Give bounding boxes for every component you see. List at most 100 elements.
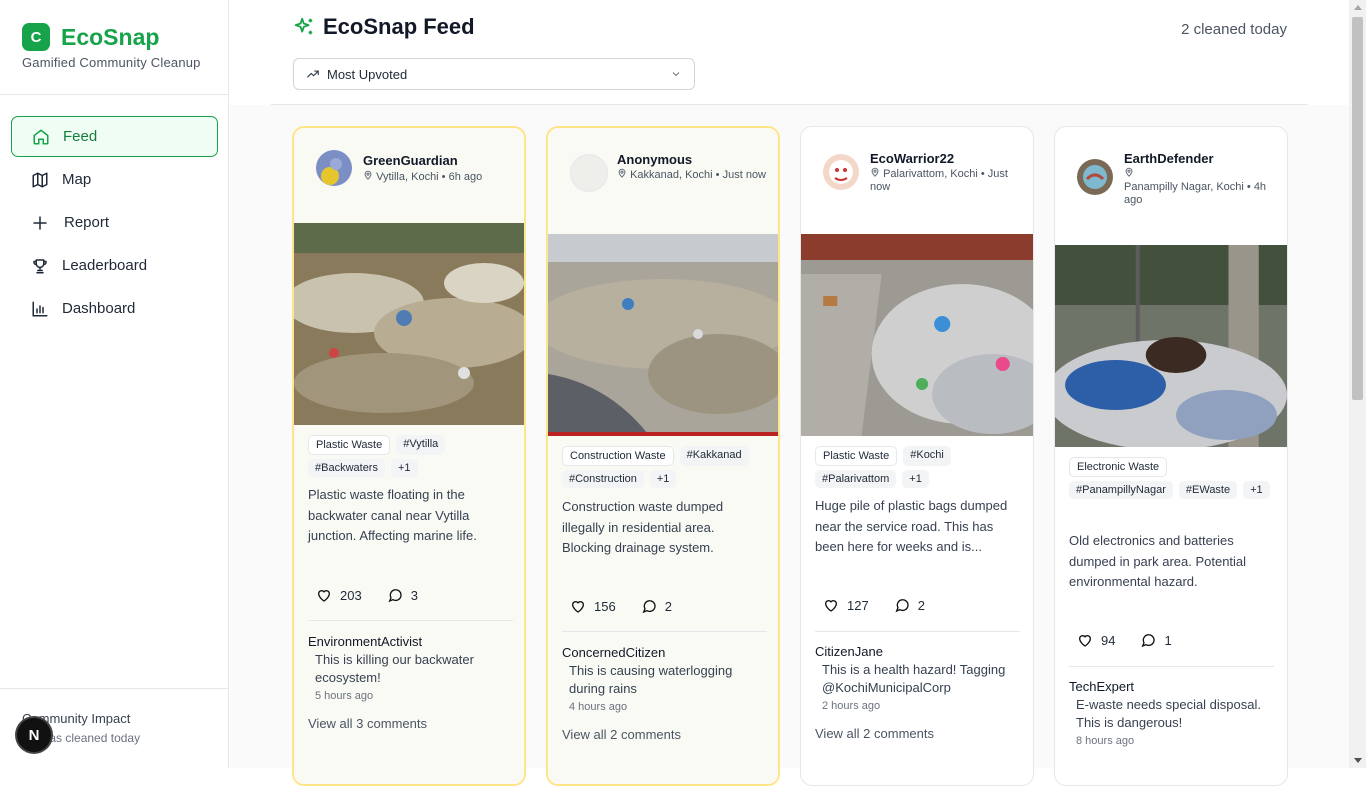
- post-meta: Panampilly Nagar, Kochi • 4h ago: [1124, 167, 1274, 207]
- hashtag[interactable]: #Backwaters: [308, 459, 385, 477]
- sparkles-icon: [294, 17, 313, 35]
- tag-list: Construction Waste #Kakkanad #Constructi…: [562, 446, 767, 488]
- post-card[interactable]: EarthDefender Panampilly Nagar, Kochi • …: [1054, 126, 1288, 786]
- like-count: 94: [1101, 632, 1116, 648]
- post-image[interactable]: [801, 234, 1033, 436]
- comment-count: 2: [917, 597, 925, 613]
- post-username[interactable]: Anonymous: [617, 152, 692, 167]
- post-description: Old electronics and batteries dumped in …: [1069, 533, 1247, 589]
- post-image[interactable]: [294, 223, 524, 425]
- more-tags[interactable]: +1: [902, 470, 929, 488]
- comment-count: 3: [410, 587, 418, 603]
- post-card[interactable]: Anonymous Kakkanad, Kochi • Just now Con…: [546, 126, 780, 786]
- view-all-comments-link[interactable]: View all 2 comments: [562, 727, 681, 742]
- hashtag[interactable]: #Vytilla: [396, 435, 446, 455]
- comment-icon[interactable]: [641, 598, 657, 614]
- category-tag[interactable]: Electronic Waste: [1069, 457, 1168, 477]
- brand[interactable]: C EcoSnap: [22, 23, 159, 51]
- divider: [308, 620, 513, 621]
- sort-select[interactable]: Most Upvoted: [293, 58, 695, 90]
- scrollbar[interactable]: [1349, 0, 1366, 768]
- scroll-down-arrow[interactable]: [1354, 758, 1362, 763]
- heart-icon[interactable]: [316, 587, 332, 603]
- comment-count: 2: [664, 598, 672, 614]
- hashtag[interactable]: #Kakkanad: [679, 446, 749, 466]
- divider: [562, 631, 767, 632]
- post-description: Construction waste dumped illegally in r…: [562, 499, 724, 555]
- post-card[interactable]: GreenGuardian Vytilla, Kochi • 6h ago Pl…: [292, 126, 526, 786]
- post-location: Panampilly Nagar, Kochi: [1124, 181, 1244, 193]
- comment-text: This is a health hazard! Tagging @KochiM…: [822, 662, 1006, 695]
- sidebar-item-map[interactable]: Map: [11, 159, 218, 200]
- comment-icon[interactable]: [1140, 632, 1156, 648]
- more-tags[interactable]: +1: [390, 459, 418, 477]
- avatar: [823, 154, 859, 190]
- heart-icon[interactable]: [1077, 632, 1093, 648]
- heart-icon[interactable]: [570, 598, 586, 614]
- sidebar-item-feed[interactable]: Feed: [11, 116, 218, 157]
- divider: [0, 94, 229, 95]
- category-tag[interactable]: Plastic Waste: [308, 435, 391, 455]
- heart-icon[interactable]: [823, 597, 839, 613]
- post-username[interactable]: GreenGuardian: [363, 153, 458, 168]
- hashtag[interactable]: #Palarivattom: [815, 470, 897, 488]
- like-count: 156: [594, 598, 616, 614]
- comment-author[interactable]: ConcernedCitizen: [562, 645, 665, 660]
- sidebar-item-report[interactable]: Report: [11, 202, 218, 243]
- page-title-text: EcoSnap Feed: [323, 14, 475, 39]
- hashtag[interactable]: #PanampillyNagar: [1069, 481, 1173, 499]
- view-all-comments-link[interactable]: View all 3 comments: [308, 716, 427, 731]
- chevron-down-icon: [672, 72, 680, 77]
- sidebar-nav: Feed Map Report Leaderboard Dashboard: [11, 116, 218, 331]
- sidebar-item-label: Map: [62, 171, 92, 188]
- divider: [1069, 666, 1274, 667]
- post-image[interactable]: [548, 234, 778, 436]
- divider: [815, 631, 1020, 632]
- post-username[interactable]: EcoWarrior22: [870, 151, 954, 166]
- comment-author[interactable]: TechExpert: [1069, 679, 1134, 694]
- hashtag[interactable]: #EWaste: [1178, 481, 1238, 499]
- logo-icon: C: [22, 23, 50, 51]
- category-tag[interactable]: Construction Waste: [562, 446, 674, 466]
- post-location: Kakkanad, Kochi: [630, 169, 713, 181]
- post-location: Vytilla, Kochi: [376, 171, 439, 183]
- hashtag[interactable]: #Construction: [562, 470, 644, 488]
- post-card[interactable]: EcoWarrior22 Palarivattom, Kochi • Just …: [800, 126, 1034, 786]
- trending-up-icon: [307, 70, 319, 78]
- post-stats: 127 2: [823, 597, 925, 613]
- plus-icon: [33, 215, 47, 230]
- more-tags[interactable]: +1: [649, 470, 677, 488]
- map-icon: [32, 172, 48, 187]
- comment-text: E-waste needs special disposal. This is …: [1076, 697, 1261, 730]
- sidebar-item-leaderboard[interactable]: Leaderboard: [11, 245, 218, 286]
- post-description: Plastic waste floating in the backwater …: [308, 487, 477, 543]
- post-username[interactable]: EarthDefender: [1124, 151, 1214, 166]
- hashtag[interactable]: #Kochi: [903, 446, 951, 466]
- sidebar-item-label: Report: [64, 214, 110, 231]
- comment-icon[interactable]: [387, 587, 403, 603]
- post-image[interactable]: [1055, 245, 1287, 447]
- comment-text: This is causing waterlogging during rain…: [569, 663, 733, 696]
- avatar: [316, 150, 352, 186]
- comment-time: 4 hours ago: [569, 701, 628, 713]
- sidebar-item-dashboard[interactable]: Dashboard: [11, 288, 218, 329]
- scroll-up-arrow[interactable]: [1354, 5, 1362, 10]
- tagline: Gamified Community Cleanup: [22, 55, 201, 70]
- page-header: EcoSnap Feed 2 cleaned today Most Upvote…: [271, 0, 1308, 105]
- bar-chart-icon: [32, 301, 48, 316]
- sidebar-item-label: Leaderboard: [62, 257, 148, 274]
- scrollbar-thumb[interactable]: [1352, 17, 1363, 400]
- n-avatar-badge[interactable]: N: [17, 718, 51, 752]
- trophy-icon: [33, 258, 47, 273]
- view-all-comments-link[interactable]: View all 2 comments: [815, 726, 934, 741]
- comment-author[interactable]: EnvironmentActivist: [308, 634, 422, 649]
- more-tags[interactable]: +1: [1243, 481, 1270, 499]
- comment-time: 2 hours ago: [822, 700, 881, 712]
- post-meta: Palarivattom, Kochi • Just now: [870, 167, 1008, 193]
- comment-icon[interactable]: [894, 597, 910, 613]
- comment-author[interactable]: CitizenJane: [815, 644, 883, 659]
- sidebar-item-label: Dashboard: [62, 300, 136, 317]
- avatar: [1077, 159, 1113, 195]
- category-tag[interactable]: Plastic Waste: [815, 446, 898, 466]
- comment-time: 5 hours ago: [315, 690, 374, 702]
